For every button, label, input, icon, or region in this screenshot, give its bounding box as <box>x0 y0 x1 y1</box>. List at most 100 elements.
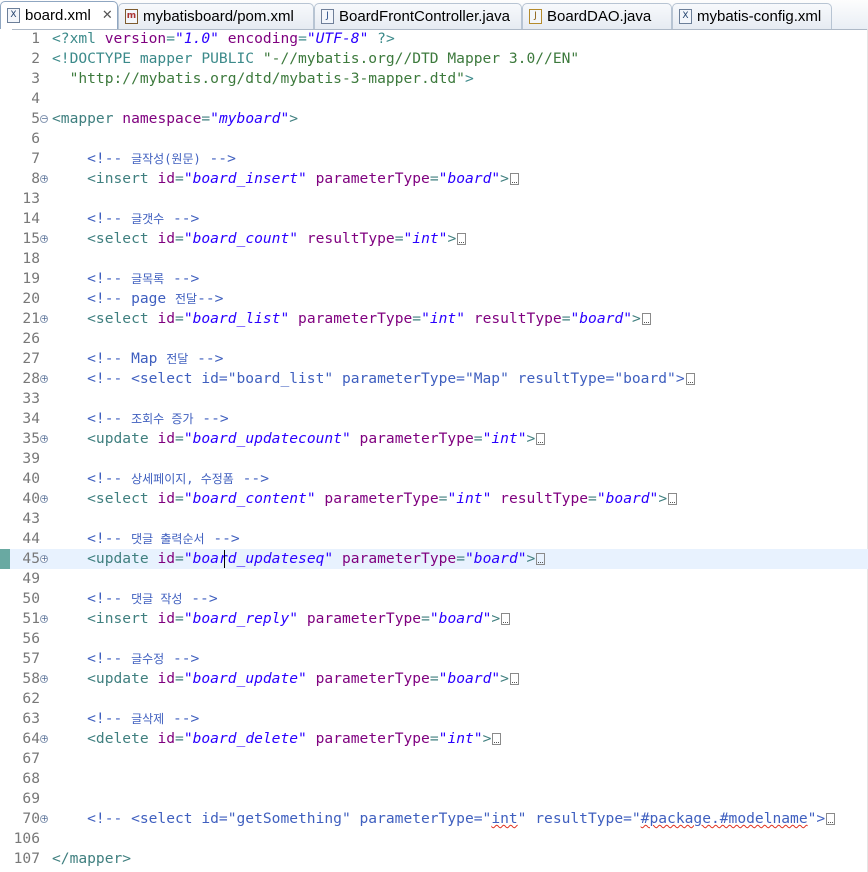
code-text[interactable]: <!-- 댓글 작성 --> <box>52 589 217 609</box>
code-line[interactable]: 15 + <select id="board_count" resultType=… <box>0 229 868 249</box>
fold-expand-icon[interactable]: + <box>40 675 48 683</box>
code-line[interactable]: 106 <box>0 829 868 849</box>
code-text[interactable]: <update id="board_update" parameterType=… <box>52 669 519 689</box>
code-text[interactable]: <!-- <select id="board_list" parameterTy… <box>52 369 695 389</box>
code-text[interactable]: <!DOCTYPE mapper PUBLIC "-//mybatis.org/… <box>52 49 579 69</box>
code-text[interactable]: <!-- 댓글 출력순서 --> <box>52 529 240 549</box>
code-text[interactable]: <insert id="board_insert" parameterType=… <box>52 169 519 189</box>
code-line[interactable]: 3 "http://mybatis.org/dtd/mybatis-3-mapp… <box>0 69 868 89</box>
code-line[interactable]: 6 <box>0 129 868 149</box>
collapsed-block-icon[interactable] <box>492 733 502 745</box>
code-line[interactable]: 40 + <select id="board_content" parameter… <box>0 489 868 509</box>
code-line[interactable]: 4 <box>0 89 868 109</box>
code-line[interactable]: 70 + <!-- <select id="getSomething" param… <box>0 809 868 829</box>
code-line[interactable]: 57 <!-- 글수정 --> <box>0 649 868 669</box>
fold-expand-icon[interactable]: + <box>40 315 48 323</box>
code-line[interactable]: 49 <box>0 569 868 589</box>
code-text[interactable]: <delete id="board_delete" parameterType=… <box>52 729 502 749</box>
code-line[interactable]: 13 <box>0 189 868 209</box>
fold-expand-icon[interactable]: + <box>40 615 48 623</box>
code-line[interactable]: 28 + <!-- <select id="board_list" paramet… <box>0 369 868 389</box>
code-line[interactable]: 64 + <delete id="board_delete" parameterT… <box>0 729 868 749</box>
code-line[interactable]: 45 + <update id="board_updateseq" paramet… <box>0 549 868 569</box>
collapsed-block-icon[interactable] <box>509 173 519 185</box>
tab-boardfrontcontroller-java[interactable]: J BoardFrontController.java <box>314 3 522 29</box>
code-text[interactable]: <mapper namespace="myboard"> <box>52 109 298 129</box>
code-text[interactable]: <select id="board_list" parameterType="i… <box>52 309 651 329</box>
tab-board-xml[interactable]: Xboard.xml ✕ <box>0 1 118 29</box>
collapsed-block-icon[interactable] <box>536 433 546 445</box>
fold-expand-icon[interactable]: + <box>40 815 48 823</box>
collapsed-block-icon[interactable] <box>641 313 651 325</box>
code-line[interactable]: 33 <box>0 389 868 409</box>
code-line[interactable]: 8 + <insert id="board_insert" parameterTy… <box>0 169 868 189</box>
code-token: <!-- Map <box>52 350 167 367</box>
collapsed-block-icon[interactable] <box>668 493 678 505</box>
code-line[interactable]: 21 + <select id="board_list" parameterTyp… <box>0 309 868 329</box>
code-line[interactable]: 51 + <insert id="board_reply" parameterTy… <box>0 609 868 629</box>
code-line[interactable]: 56 <box>0 629 868 649</box>
code-line[interactable]: 14 <!-- 글갯수 --> <box>0 209 868 229</box>
code-line[interactable]: 39 <box>0 449 868 469</box>
code-line[interactable]: 58 + <update id="board_update" parameterT… <box>0 669 868 689</box>
code-text[interactable]: <!-- Map 전달 --> <box>52 349 223 369</box>
code-text[interactable]: <!-- 글목록 --> <box>52 269 199 289</box>
code-line[interactable]: 68 <box>0 769 868 789</box>
code-line[interactable]: 1 <?xml version="1.0" encoding="UTF-8" ?> <box>0 29 868 49</box>
code-text[interactable]: <?xml version="1.0" encoding="UTF-8" ?> <box>52 29 395 49</box>
code-text[interactable]: <!-- page 전달--> <box>52 289 223 309</box>
code-line[interactable]: 62 <box>0 689 868 709</box>
close-icon[interactable]: ✕ <box>102 8 113 23</box>
fold-expand-icon[interactable]: + <box>40 555 48 563</box>
fold-expand-icon[interactable]: + <box>40 495 48 503</box>
collapsed-block-icon[interactable] <box>457 233 467 245</box>
code-text[interactable]: <!-- 글작성(원문) --> <box>52 149 236 169</box>
code-text[interactable]: </mapper> <box>52 849 131 869</box>
code-text[interactable]: <!-- <select id="getSomething" parameter… <box>52 809 836 829</box>
code-text[interactable]: <!-- 글수정 --> <box>52 649 199 669</box>
code-line[interactable]: 19 <!-- 글목록 --> <box>0 269 868 289</box>
tab-boarddao-java[interactable]: J BoardDAO.java <box>522 3 672 29</box>
code-line[interactable]: 27 <!-- Map 전달 --> <box>0 349 868 369</box>
code-text[interactable]: <!-- 조회수 증가 --> <box>52 409 229 429</box>
fold-expand-icon[interactable]: + <box>40 435 48 443</box>
code-line[interactable]: 44 <!-- 댓글 출력순서 --> <box>0 529 868 549</box>
code-line[interactable]: 69 <box>0 789 868 809</box>
tab-mybatisboard-pom-xml[interactable]: m mybatisboard/pom.xml <box>118 3 314 29</box>
fold-expand-icon[interactable]: + <box>40 375 48 383</box>
code-text[interactable]: <update id="board_updateseq" parameterTy… <box>52 549 546 569</box>
code-line[interactable]: 20 <!-- page 전달--> <box>0 289 868 309</box>
xml-editor[interactable]: 1 <?xml version="1.0" encoding="UTF-8" ?>… <box>0 29 868 872</box>
collapsed-block-icon[interactable] <box>536 553 546 565</box>
code-line[interactable]: 34 <!-- 조회수 증가 --> <box>0 409 868 429</box>
code-text[interactable]: "http://mybatis.org/dtd/mybatis-3-mapper… <box>52 69 474 89</box>
code-text[interactable]: <!-- 글삭제 --> <box>52 709 199 729</box>
code-line[interactable]: 5− <mapper namespace="myboard"> <box>0 109 868 129</box>
code-line[interactable]: 107 </mapper> <box>0 849 868 869</box>
code-line[interactable]: 26 <box>0 329 868 349</box>
code-line[interactable]: 7 <!-- 글작성(원문) --> <box>0 149 868 169</box>
code-line[interactable]: 63 <!-- 글삭제 --> <box>0 709 868 729</box>
code-text[interactable]: <!-- 글갯수 --> <box>52 209 199 229</box>
code-line[interactable]: 35 + <update id="board_updatecount" param… <box>0 429 868 449</box>
collapsed-block-icon[interactable] <box>501 613 511 625</box>
code-line[interactable]: 2 <!DOCTYPE mapper PUBLIC "-//mybatis.org… <box>0 49 868 69</box>
code-line[interactable]: 40 <!-- 상세페이지, 수정폼 --> <box>0 469 868 489</box>
code-text[interactable]: <select id="board_content" parameterType… <box>52 489 678 509</box>
code-line[interactable]: 50 <!-- 댓글 작성 --> <box>0 589 868 609</box>
fold-expand-icon[interactable]: + <box>40 735 48 743</box>
collapsed-block-icon[interactable] <box>509 673 519 685</box>
code-line[interactable]: 18 <box>0 249 868 269</box>
code-text[interactable]: <select id="board_count" resultType="int… <box>52 229 467 249</box>
fold-expand-icon[interactable]: + <box>40 235 48 243</box>
fold-collapse-icon[interactable]: − <box>40 115 48 123</box>
code-text[interactable]: <update id="board_updatecount" parameter… <box>52 429 546 449</box>
code-text[interactable]: <insert id="board_reply" parameterType="… <box>52 609 511 629</box>
code-line[interactable]: 43 <box>0 509 868 529</box>
collapsed-block-icon[interactable] <box>826 813 836 825</box>
collapsed-block-icon[interactable] <box>685 373 695 385</box>
fold-expand-icon[interactable]: + <box>40 175 48 183</box>
tab-mybatis-config-xml[interactable]: Xmybatis-config.xml <box>672 3 832 29</box>
code-text[interactable]: <!-- 상세페이지, 수정폼 --> <box>52 469 269 489</box>
code-line[interactable]: 67 <box>0 749 868 769</box>
